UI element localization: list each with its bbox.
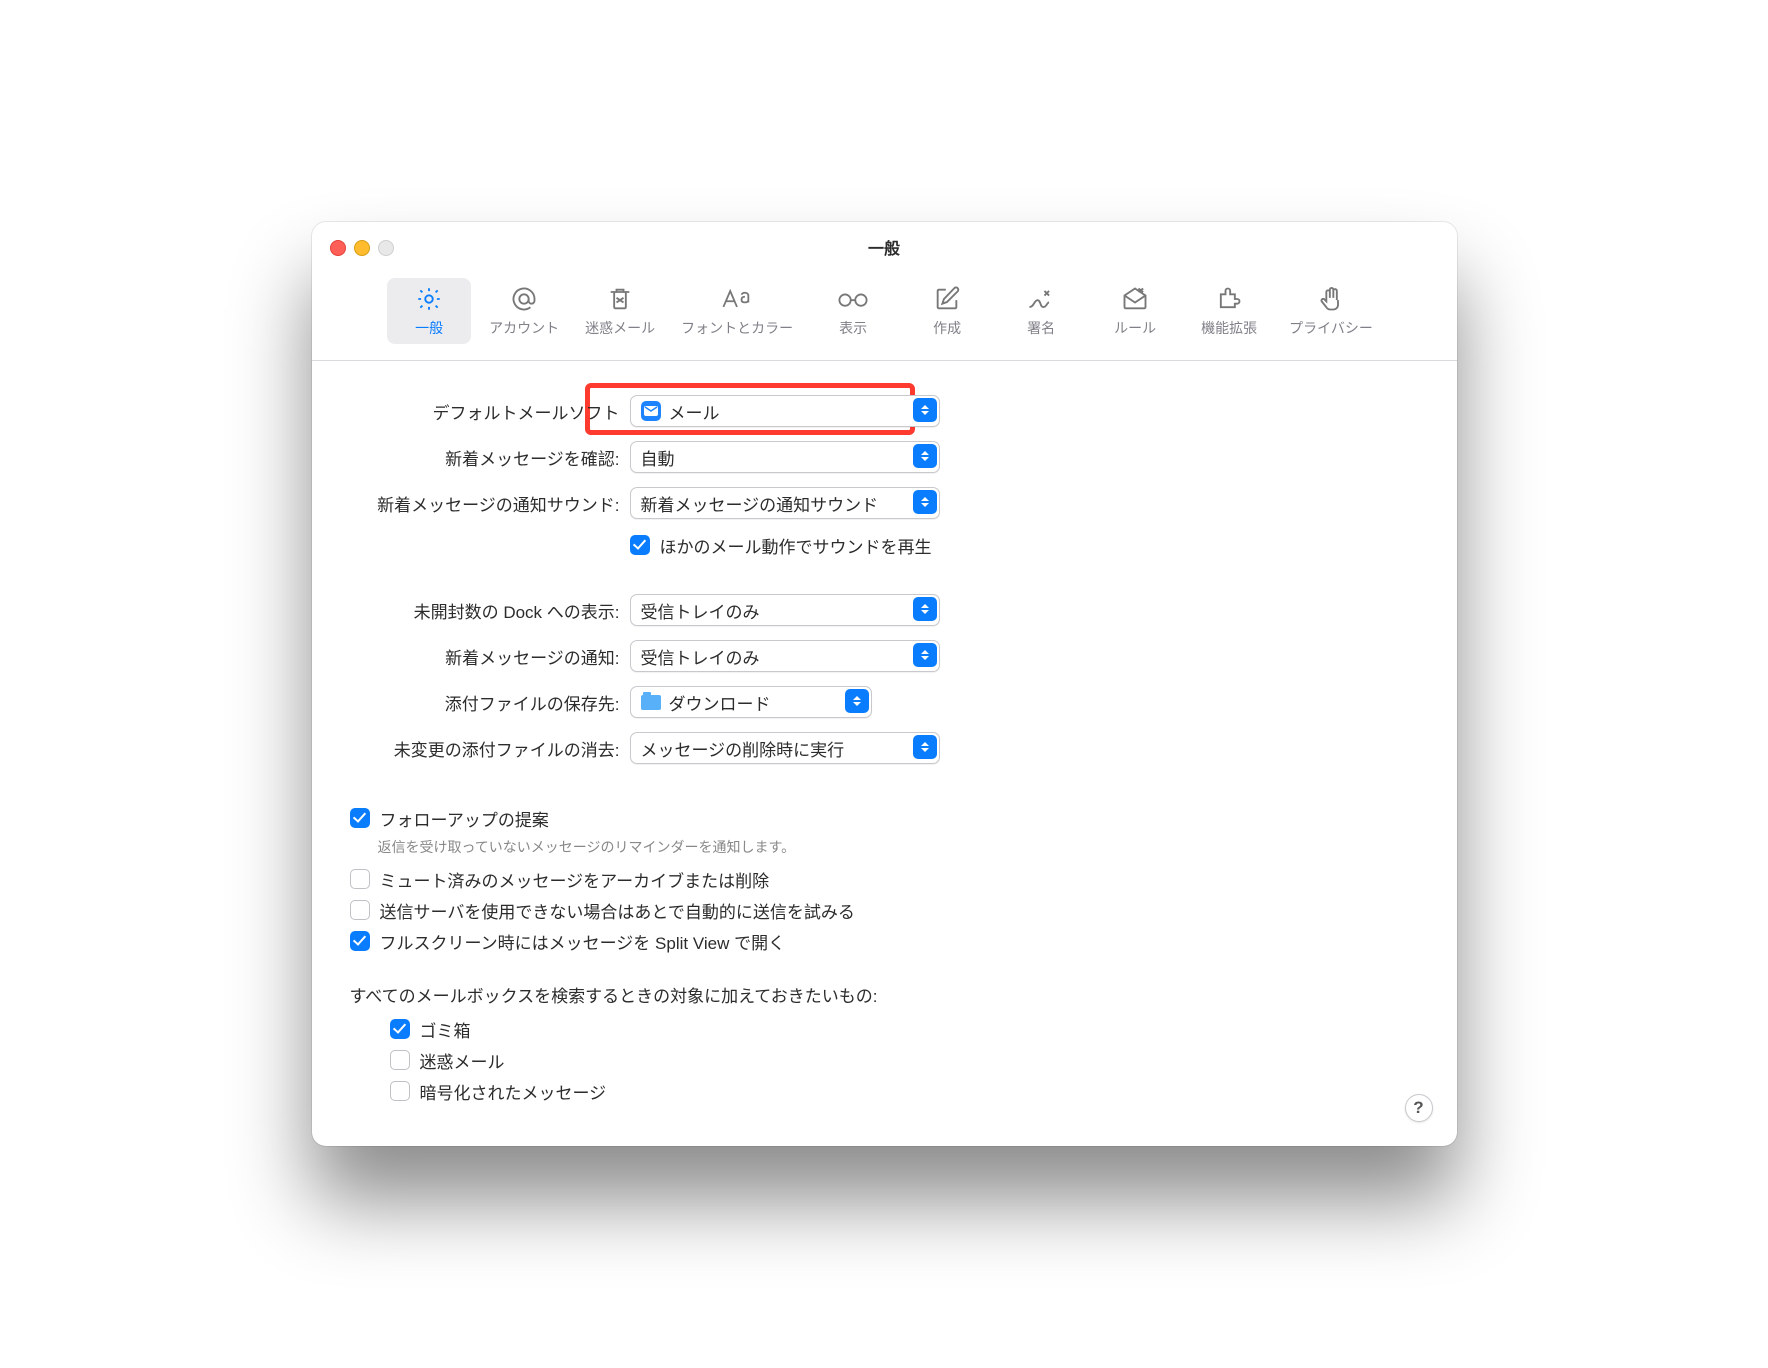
downloads-popup[interactable]: ダウンロード xyxy=(630,686,872,718)
sound-popup[interactable]: 新着メッセージの通知サウンド xyxy=(630,487,940,519)
followup-checkbox[interactable] xyxy=(350,808,370,828)
tab-viewing[interactable]: 表示 xyxy=(811,278,895,344)
rules-icon xyxy=(1121,284,1149,314)
fonts-icon xyxy=(720,284,754,314)
chevron-updown-icon xyxy=(913,735,937,759)
play-other-sounds-label: ほかのメール動作でサウンドを再生 xyxy=(660,533,932,558)
notify-new-value: 受信トレイのみ xyxy=(641,644,760,669)
split-view-checkbox[interactable] xyxy=(350,931,370,951)
retry-send-label: 送信サーバを使用できない場合はあとで自動的に送信を試みる xyxy=(380,898,855,923)
play-other-sounds-checkbox[interactable] xyxy=(630,535,650,555)
sound-label: 新着メッセージの通知サウンド: xyxy=(350,491,630,516)
dock-unread-popup[interactable]: 受信トレイのみ xyxy=(630,594,940,626)
minimize-icon[interactable] xyxy=(354,240,370,256)
tab-rules[interactable]: ルール xyxy=(1093,278,1177,344)
tab-label: 機能拡張 xyxy=(1201,318,1257,338)
tab-label: 表示 xyxy=(839,318,867,338)
mail-app-icon xyxy=(641,401,661,421)
tab-label: 署名 xyxy=(1027,318,1055,338)
search-encrypted-label: 暗号化されたメッセージ xyxy=(420,1079,607,1104)
help-button[interactable]: ? xyxy=(1405,1094,1433,1122)
chevron-updown-icon xyxy=(913,444,937,468)
tab-general[interactable]: 一般 xyxy=(387,278,471,344)
search-heading: すべてのメールボックスを検索するときの対象に加えておきたいもの: xyxy=(350,982,1419,1007)
titlebar: 一般 xyxy=(312,222,1457,272)
search-encrypted-checkbox[interactable] xyxy=(390,1081,410,1101)
window-title: 一般 xyxy=(868,235,900,259)
compose-icon xyxy=(933,284,961,314)
tab-label: 作成 xyxy=(933,318,961,338)
chevron-updown-icon xyxy=(913,490,937,514)
preferences-window: 一般 一般 アカウント 迷惑メール フォントとカラー 表示 作成 署名 xyxy=(312,222,1457,1146)
tab-label: 一般 xyxy=(415,318,443,338)
tab-accounts[interactable]: アカウント xyxy=(481,278,567,344)
window-controls xyxy=(330,240,394,256)
tab-junk[interactable]: 迷惑メール xyxy=(577,278,663,344)
remove-attach-label: 未変更の添付ファイルの消去: xyxy=(350,736,630,761)
search-junk-label: 迷惑メール xyxy=(420,1048,505,1073)
glasses-icon xyxy=(836,284,870,314)
notify-new-popup[interactable]: 受信トレイのみ xyxy=(630,640,940,672)
trash-icon xyxy=(606,284,634,314)
downloads-value: ダウンロード xyxy=(669,690,771,715)
sound-value: 新着メッセージの通知サウンド xyxy=(641,491,879,516)
tab-extensions[interactable]: 機能拡張 xyxy=(1187,278,1271,344)
tab-composing[interactable]: 作成 xyxy=(905,278,989,344)
tab-label: アカウント xyxy=(489,318,559,338)
tab-label: プライバシー xyxy=(1289,318,1373,338)
default-mail-popup[interactable]: メール xyxy=(630,395,940,427)
tab-fonts-colors[interactable]: フォントとカラー xyxy=(673,278,801,344)
dock-unread-value: 受信トレイのみ xyxy=(641,598,760,623)
signature-icon xyxy=(1026,284,1056,314)
default-mail-label: デフォルトメールソフト xyxy=(350,399,630,424)
puzzle-icon xyxy=(1215,284,1243,314)
default-mail-value: メール xyxy=(669,399,720,424)
search-trash-label: ゴミ箱 xyxy=(420,1017,471,1042)
tab-signatures[interactable]: 署名 xyxy=(999,278,1083,344)
followup-subtext: 返信を受け取っていないメッセージのリマインダーを通知します。 xyxy=(378,837,1419,857)
check-new-label: 新着メッセージを確認: xyxy=(350,445,630,470)
check-new-popup[interactable]: 自動 xyxy=(630,441,940,473)
tab-label: ルール xyxy=(1114,318,1156,338)
dock-unread-label: 未開封数の Dock への表示: xyxy=(350,598,630,623)
tab-label: フォントとカラー xyxy=(681,318,793,338)
tab-privacy[interactable]: プライバシー xyxy=(1281,278,1381,344)
remove-attach-value: メッセージの削除時に実行 xyxy=(641,736,845,761)
search-trash-checkbox[interactable] xyxy=(390,1019,410,1039)
at-icon xyxy=(510,284,538,314)
retry-send-checkbox[interactable] xyxy=(350,900,370,920)
check-new-value: 自動 xyxy=(641,445,675,470)
remove-attach-popup[interactable]: メッセージの削除時に実行 xyxy=(630,732,940,764)
toolbar: 一般 アカウント 迷惑メール フォントとカラー 表示 作成 署名 ルール xyxy=(312,272,1457,361)
archive-muted-label: ミュート済みのメッセージをアーカイブまたは削除 xyxy=(380,867,770,892)
search-junk-checkbox[interactable] xyxy=(390,1050,410,1070)
chevron-updown-icon xyxy=(913,597,937,621)
downloads-label: 添付ファイルの保存先: xyxy=(350,690,630,715)
chevron-updown-icon xyxy=(845,689,869,713)
chevron-updown-icon xyxy=(913,398,937,422)
split-view-label: フルスクリーン時にはメッセージを Split View で開く xyxy=(380,929,786,954)
folder-icon xyxy=(641,695,661,710)
tab-label: 迷惑メール xyxy=(585,318,655,338)
close-icon[interactable] xyxy=(330,240,346,256)
chevron-updown-icon xyxy=(913,643,937,667)
preferences-body: デフォルトメールソフト メール 新着メッセージを確認: 自動 新着メッセージの通… xyxy=(312,361,1457,1146)
followup-label: フォローアップの提案 xyxy=(380,806,549,831)
archive-muted-checkbox[interactable] xyxy=(350,869,370,889)
zoom-icon[interactable] xyxy=(378,240,394,256)
gear-icon xyxy=(415,284,443,314)
notify-new-label: 新着メッセージの通知: xyxy=(350,644,630,669)
hand-icon xyxy=(1317,284,1345,314)
